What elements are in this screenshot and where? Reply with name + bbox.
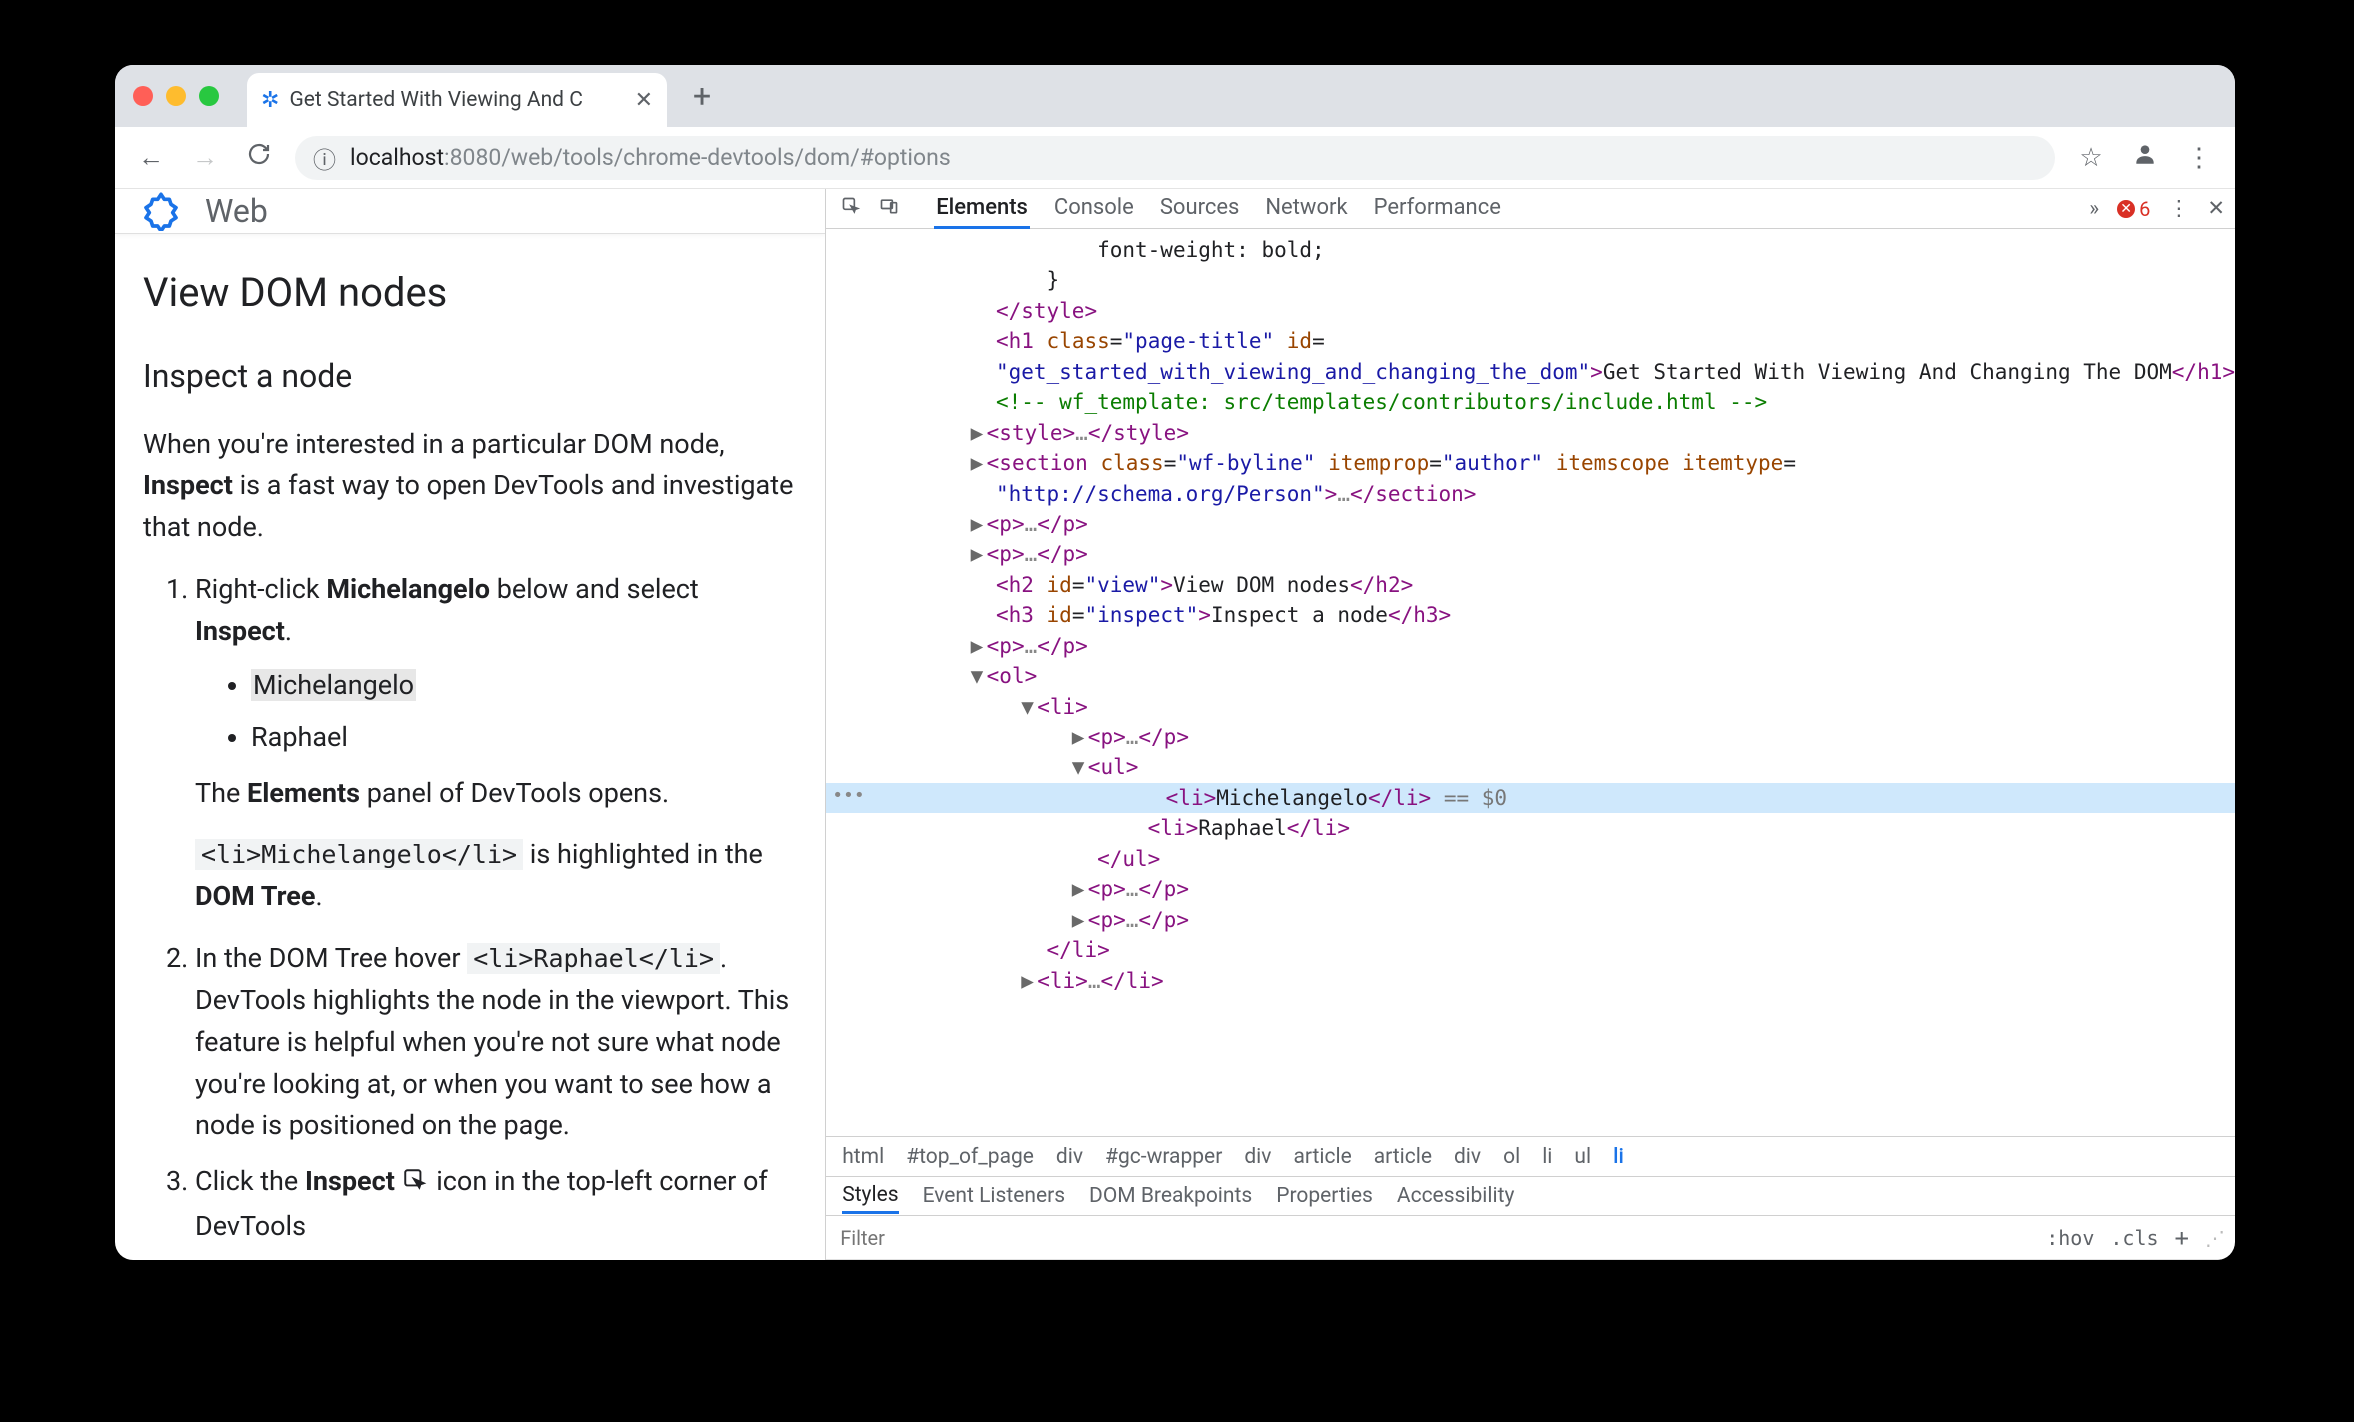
- dom-selected-node[interactable]: ••• <li>Michelangelo</li> == $0: [826, 783, 2235, 813]
- breadcrumb-item[interactable]: #gc-wrapper: [1105, 1145, 1222, 1169]
- step-item: Click the Inspect icon in the top-left c…: [195, 1161, 797, 1248]
- devtools-header: Elements Console Sources Network Performance…: [826, 189, 2235, 229]
- profile-icon[interactable]: [2127, 141, 2163, 174]
- menu-icon[interactable]: ⋮: [2181, 143, 2217, 173]
- page-h2: View DOM nodes: [143, 262, 797, 324]
- step-item: In the DOM Tree hover <li>Raphael</li>. …: [195, 938, 797, 1147]
- error-count[interactable]: ✕ 6: [2117, 197, 2150, 221]
- breadcrumb-item[interactable]: div: [1056, 1145, 1083, 1169]
- dom-tree[interactable]: font-weight: bold; } </style> <h1 class=…: [826, 229, 2235, 1136]
- toolbar: ← → ⓘ localhost:8080/web/tools/chrome-de…: [115, 127, 2235, 189]
- device-toolbar-icon[interactable]: [874, 196, 904, 221]
- devtools-menu-icon[interactable]: ⋮: [2168, 196, 2189, 221]
- close-window-button[interactable]: [133, 86, 153, 106]
- devtools-tab-network[interactable]: Network: [1263, 189, 1349, 229]
- step-note: The Elements panel of DevTools opens.: [195, 773, 797, 815]
- styles-tabs: Styles Event Listeners DOM Breakpoints Prop…: [826, 1176, 2235, 1216]
- new-style-rule-icon[interactable]: +: [2175, 1224, 2189, 1252]
- devtools-tab-elements[interactable]: Elements: [934, 189, 1030, 229]
- dom-breadcrumb[interactable]: html #top_of_page div #gc-wrapper div article…: [826, 1136, 2235, 1176]
- devtools-tab-sources[interactable]: Sources: [1158, 189, 1242, 229]
- styles-filter-row: :hov .cls + ⋰: [826, 1216, 2235, 1260]
- styles-tab-accessibility[interactable]: Accessibility: [1397, 1184, 1515, 1208]
- breadcrumb-item[interactable]: ol: [1503, 1145, 1520, 1169]
- breadcrumb-item[interactable]: article: [1293, 1145, 1351, 1169]
- breadcrumb-item[interactable]: div: [1244, 1145, 1271, 1169]
- maximize-window-button[interactable]: [199, 86, 219, 106]
- demo-list-item-michelangelo[interactable]: Michelangelo: [251, 665, 797, 707]
- page-h3: Inspect a node: [143, 352, 797, 402]
- steps-list: Right-click Michelangelo below and selec…: [143, 569, 797, 1248]
- minimize-window-button[interactable]: [166, 86, 186, 106]
- styles-tab-dom-breakpoints[interactable]: DOM Breakpoints: [1089, 1184, 1252, 1208]
- devtools-tab-console[interactable]: Console: [1052, 189, 1136, 229]
- styles-tab-event-listeners[interactable]: Event Listeners: [923, 1184, 1065, 1208]
- styles-filter-input[interactable]: [840, 1226, 1140, 1250]
- step-item: Right-click Michelangelo below and selec…: [195, 569, 797, 918]
- inspect-element-icon[interactable]: [836, 196, 866, 221]
- reload-button[interactable]: [241, 142, 277, 173]
- star-icon[interactable]: ☆: [2073, 143, 2109, 173]
- rendered-page: Web View DOM nodes Inspect a node When y…: [115, 189, 826, 1260]
- more-panels-icon[interactable]: »: [2089, 197, 2099, 221]
- devtools-panel: Elements Console Sources Network Performance…: [826, 189, 2235, 1260]
- demo-list-item-raphael[interactable]: Raphael: [251, 717, 797, 759]
- address-bar[interactable]: ⓘ localhost:8080/web/tools/chrome-devtoo…: [295, 136, 2055, 180]
- breadcrumb-item[interactable]: ul: [1574, 1145, 1591, 1169]
- cls-toggle[interactable]: .cls: [2110, 1226, 2158, 1250]
- breadcrumb-item[interactable]: #top_of_page: [906, 1145, 1034, 1169]
- hov-toggle[interactable]: :hov: [2046, 1226, 2094, 1250]
- browser-tab[interactable]: ✲ Get Started With Viewing And C ✕: [247, 73, 667, 127]
- breadcrumb-item[interactable]: li: [1542, 1145, 1552, 1169]
- breadcrumb-item[interactable]: li: [1613, 1145, 1624, 1169]
- close-devtools-icon[interactable]: ✕: [2207, 196, 2225, 221]
- close-tab-icon[interactable]: ✕: [635, 88, 653, 113]
- forward-button[interactable]: →: [187, 142, 223, 173]
- styles-resize-handle[interactable]: ⋰: [2205, 1226, 2221, 1250]
- page-body: View DOM nodes Inspect a node When you'r…: [115, 234, 825, 1260]
- site-name: Web: [205, 192, 268, 230]
- breadcrumb-item[interactable]: article: [1374, 1145, 1432, 1169]
- error-icon: ✕: [2117, 200, 2135, 218]
- browser-window: ✲ Get Started With Viewing And C ✕ + ← →…: [115, 65, 2235, 1260]
- back-button[interactable]: ←: [133, 142, 169, 173]
- devtools-tab-performance[interactable]: Performance: [1372, 189, 1503, 229]
- new-tab-button[interactable]: +: [679, 77, 725, 115]
- styles-tab-styles[interactable]: Styles: [842, 1183, 898, 1214]
- site-info-icon[interactable]: ⓘ: [313, 141, 336, 175]
- demo-list: Michelangelo Raphael: [195, 665, 797, 759]
- intro-paragraph: When you're interested in a particular D…: [143, 424, 797, 550]
- breadcrumb-item[interactable]: html: [842, 1145, 884, 1169]
- breadcrumb-item[interactable]: div: [1454, 1145, 1481, 1169]
- step-note: <li>Michelangelo</li> is highlighted in …: [195, 834, 797, 918]
- inspect-cursor-icon: [402, 1164, 430, 1206]
- content-area: Web View DOM nodes Inspect a node When y…: [115, 189, 2235, 1260]
- devtools-tabs: Elements Console Sources Network Performance: [934, 189, 1503, 229]
- site-logo-icon: [139, 189, 183, 233]
- favicon-icon: ✲: [261, 88, 279, 113]
- tab-title: Get Started With Viewing And C: [289, 88, 624, 112]
- styles-tab-properties[interactable]: Properties: [1276, 1184, 1373, 1208]
- site-header: Web: [115, 189, 825, 234]
- tab-strip: ✲ Get Started With Viewing And C ✕ +: [115, 65, 2235, 127]
- window-controls: [133, 86, 219, 106]
- url-text: localhost:8080/web/tools/chrome-devtools…: [350, 144, 951, 171]
